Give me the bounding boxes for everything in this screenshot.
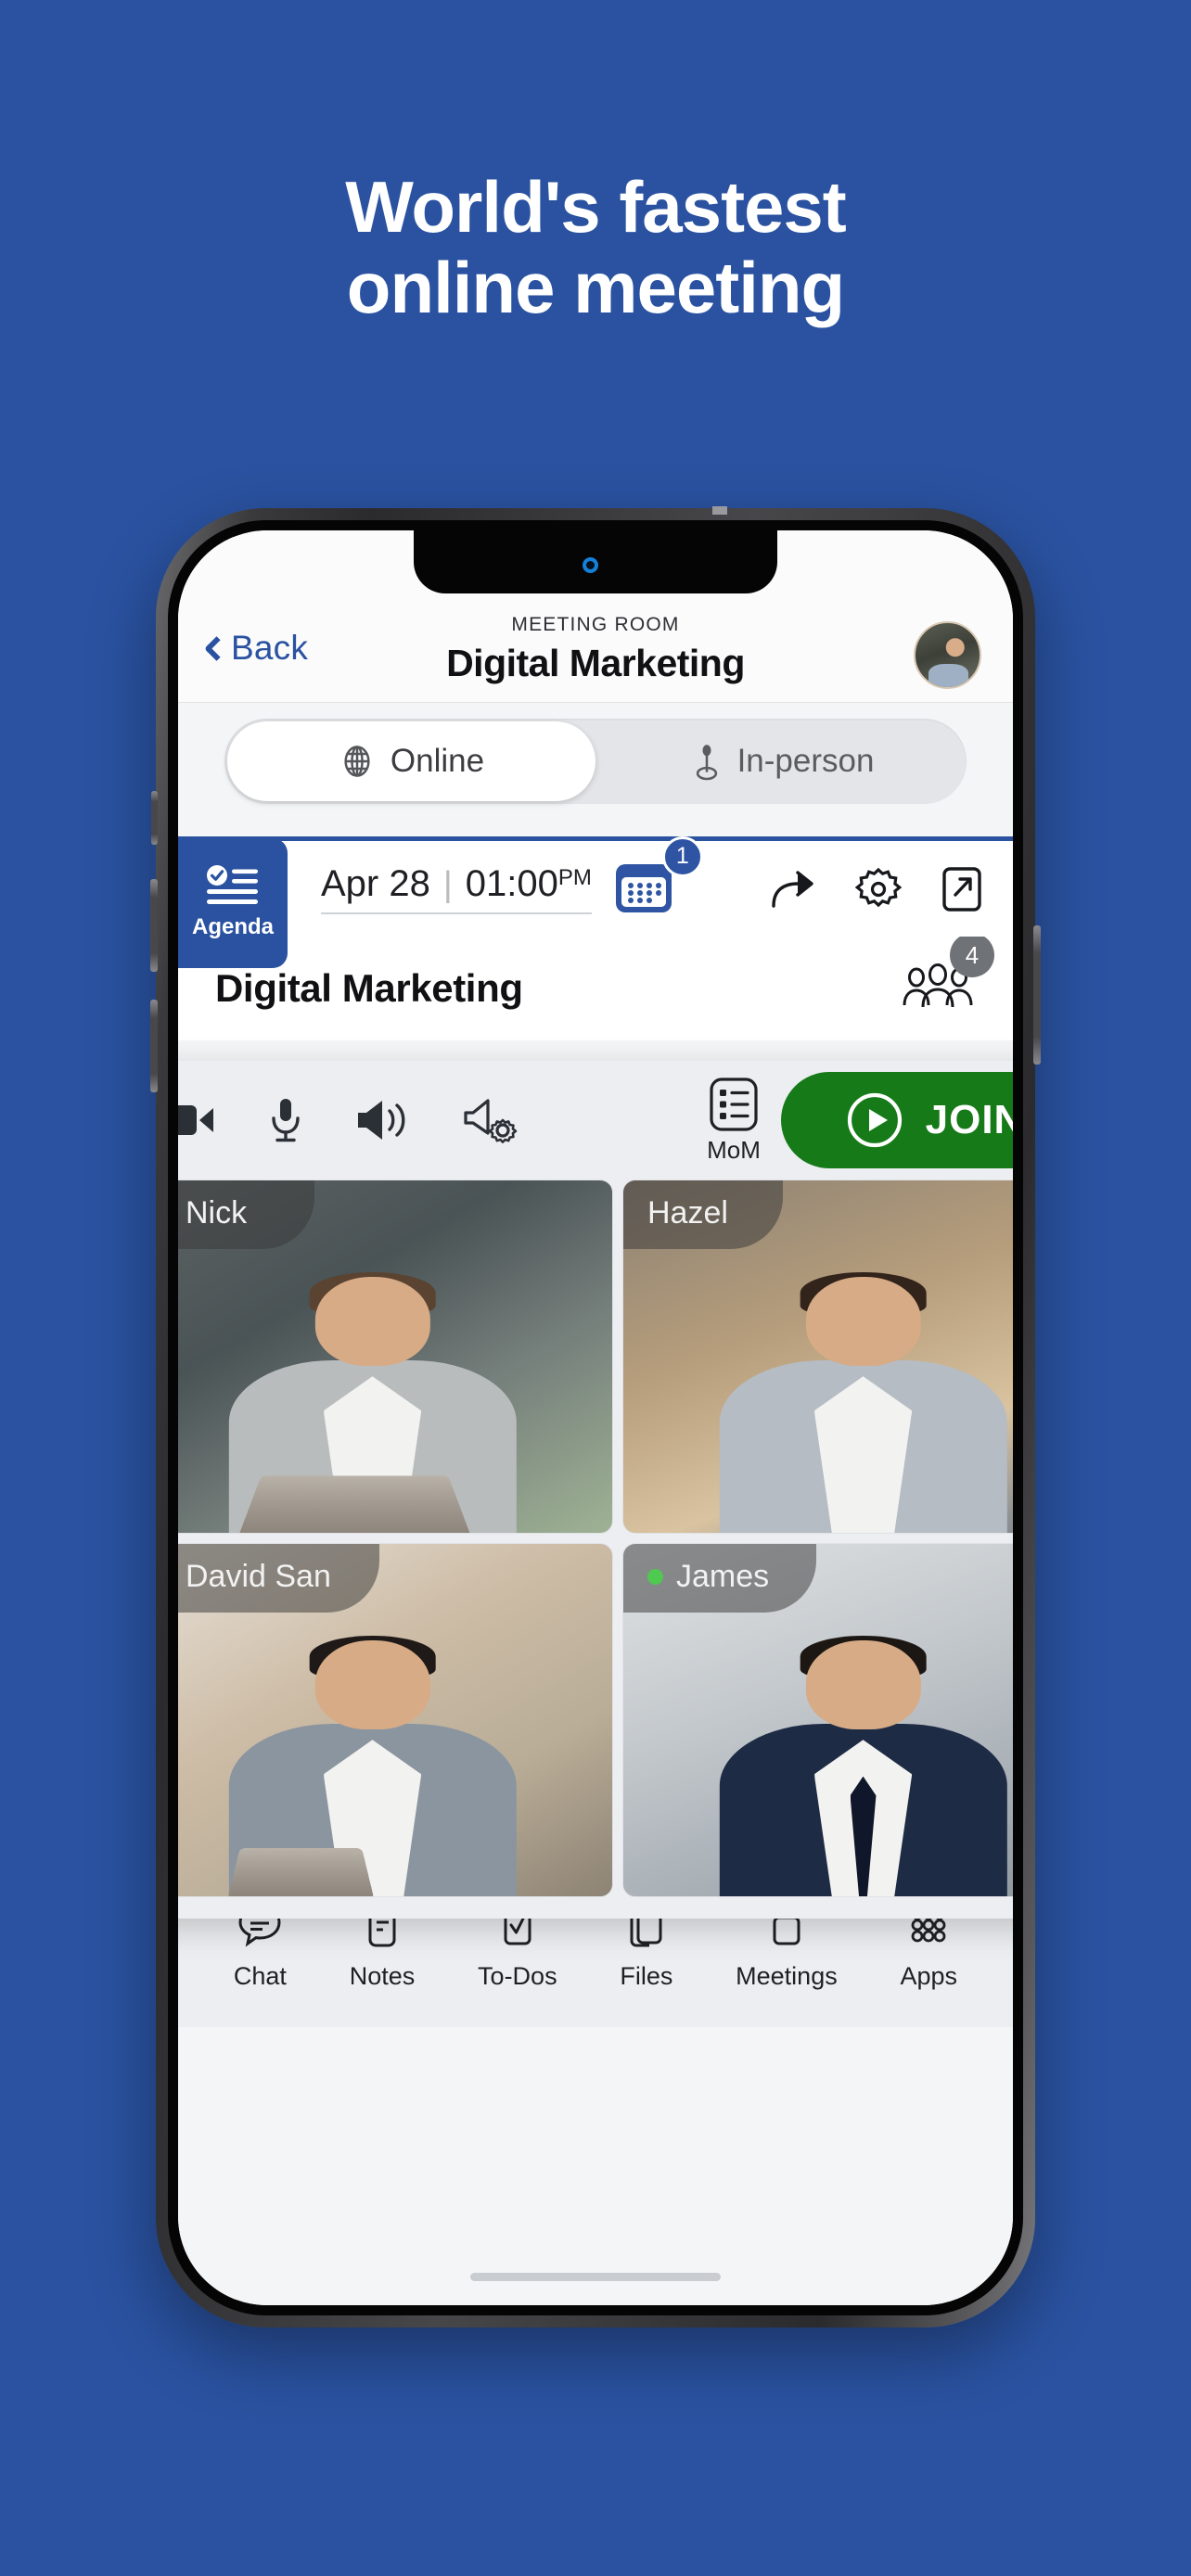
phone-mockup: Back MEETING ROOM Digital Marketing Onli… bbox=[150, 506, 1041, 2327]
meeting-title-row: Digital Marketing 4 bbox=[178, 933, 1013, 1040]
participant-name: David San bbox=[186, 1558, 331, 1594]
meeting-time: 01:00 bbox=[465, 863, 558, 904]
play-circle-icon bbox=[844, 1090, 905, 1151]
volume-down-button[interactable] bbox=[150, 1000, 158, 1092]
participant-name-chip: James bbox=[623, 1544, 816, 1613]
header-title-block: MEETING ROOM Digital Marketing bbox=[178, 614, 1013, 685]
mom-button[interactable]: MoM bbox=[707, 1076, 761, 1165]
participant-name: James bbox=[676, 1558, 770, 1594]
participant-name-chip: Hazel bbox=[623, 1180, 783, 1249]
participant-name: Hazel bbox=[647, 1194, 728, 1231]
nav-label-todos: To-Dos bbox=[478, 1962, 557, 1990]
volume-up-button[interactable] bbox=[150, 879, 158, 972]
calendar-badge: 1 bbox=[661, 835, 703, 877]
antenna-line bbox=[712, 506, 727, 515]
meeting-room-kicker: MEETING ROOM bbox=[511, 614, 680, 635]
meeting-title: Digital Marketing bbox=[215, 966, 523, 1010]
segment-online[interactable]: Online bbox=[227, 721, 596, 801]
call-toolbar: MoM JOIN bbox=[178, 1061, 1013, 1180]
headline-line-1: World's fastest bbox=[345, 166, 847, 248]
front-camera-icon bbox=[582, 556, 598, 573]
participant-tile-hazel[interactable]: Hazel bbox=[622, 1180, 1013, 1534]
segment-in-person-label: In-person bbox=[736, 743, 875, 779]
meeting-date: Apr 28 bbox=[321, 863, 430, 904]
phone-screen: Back MEETING ROOM Digital Marketing Onli… bbox=[178, 530, 1013, 2305]
power-button[interactable] bbox=[1033, 925, 1041, 1065]
participant-name: Nick bbox=[186, 1194, 248, 1231]
segment-in-person[interactable]: In-person bbox=[598, 719, 967, 804]
segment-online-label: Online bbox=[390, 743, 485, 779]
participants-badge: 4 bbox=[950, 933, 994, 977]
agenda-tab-label: Agenda bbox=[191, 914, 274, 939]
screen-bottom-area bbox=[178, 2027, 1013, 2305]
promo-headline: World's fastest online meeting bbox=[0, 166, 1191, 329]
nav-label-files: Files bbox=[620, 1962, 673, 1990]
video-camera-icon[interactable] bbox=[178, 1099, 217, 1141]
silent-switch[interactable] bbox=[151, 791, 158, 845]
participant-photo-david-san bbox=[227, 1635, 517, 1896]
mom-list-icon bbox=[707, 1076, 761, 1133]
nav-label-notes: Notes bbox=[349, 1962, 416, 1990]
participant-tile-james[interactable]: James bbox=[622, 1543, 1013, 1897]
calendar-button[interactable]: 1 bbox=[612, 835, 703, 920]
microphone-icon[interactable] bbox=[267, 1096, 304, 1144]
nav-label-chat: Chat bbox=[233, 1962, 287, 1990]
participant-tile-david-san[interactable]: David San bbox=[178, 1543, 613, 1897]
mom-label: MoM bbox=[707, 1136, 761, 1164]
home-indicator[interactable] bbox=[470, 2273, 721, 2281]
join-label: JOIN bbox=[925, 1097, 1013, 1142]
page-title: Digital Marketing bbox=[446, 642, 745, 684]
avatar[interactable] bbox=[914, 621, 981, 689]
participant-name-chip: David San bbox=[178, 1544, 379, 1613]
agenda-tab[interactable]: Agenda bbox=[178, 837, 288, 968]
agenda-bar: Agenda Apr 28 | 01:00 PM 1 bbox=[178, 835, 1013, 968]
agenda-action-group bbox=[768, 865, 983, 913]
speaker-settings-icon[interactable] bbox=[462, 1096, 518, 1144]
video-call-card: MoM JOIN Nick Hazel David San James bbox=[178, 1061, 1013, 1919]
agenda-checklist-icon bbox=[205, 865, 261, 908]
laptop-prop bbox=[227, 1847, 374, 1896]
nav-label-apps: Apps bbox=[900, 1962, 958, 1990]
participant-photo-hazel bbox=[719, 1271, 1007, 1533]
call-control-group bbox=[178, 1096, 518, 1144]
device-notch bbox=[414, 530, 777, 593]
meeting-datetime[interactable]: Apr 28 | 01:00 PM bbox=[321, 863, 592, 914]
nav-label-meetings: Meetings bbox=[736, 1962, 838, 1990]
phone-bezel: Back MEETING ROOM Digital Marketing Onli… bbox=[168, 520, 1023, 2315]
participant-tile-nick[interactable]: Nick bbox=[178, 1180, 613, 1534]
globe-icon bbox=[339, 743, 376, 780]
speaker-icon[interactable] bbox=[354, 1097, 412, 1143]
participants-button[interactable]: 4 bbox=[902, 933, 994, 1014]
headline-line-2: online meeting bbox=[346, 247, 845, 329]
laptop-prop bbox=[239, 1474, 471, 1533]
participant-photo-james bbox=[719, 1635, 1007, 1896]
online-status-dot bbox=[647, 1568, 663, 1585]
participant-tile-grid: Nick Hazel David San James bbox=[178, 1180, 1013, 1908]
share-icon[interactable] bbox=[768, 867, 816, 912]
meeting-ampm: PM bbox=[557, 865, 592, 890]
datetime-separator: | bbox=[442, 865, 453, 904]
map-pin-icon bbox=[691, 742, 723, 781]
participant-photo-nick bbox=[228, 1271, 517, 1533]
join-button[interactable]: JOIN bbox=[781, 1072, 1013, 1168]
mode-segmented-control: Online In-person bbox=[224, 719, 967, 804]
participant-name-chip: Nick bbox=[178, 1180, 314, 1249]
gear-icon[interactable] bbox=[855, 866, 902, 912]
expand-icon[interactable] bbox=[941, 865, 983, 913]
